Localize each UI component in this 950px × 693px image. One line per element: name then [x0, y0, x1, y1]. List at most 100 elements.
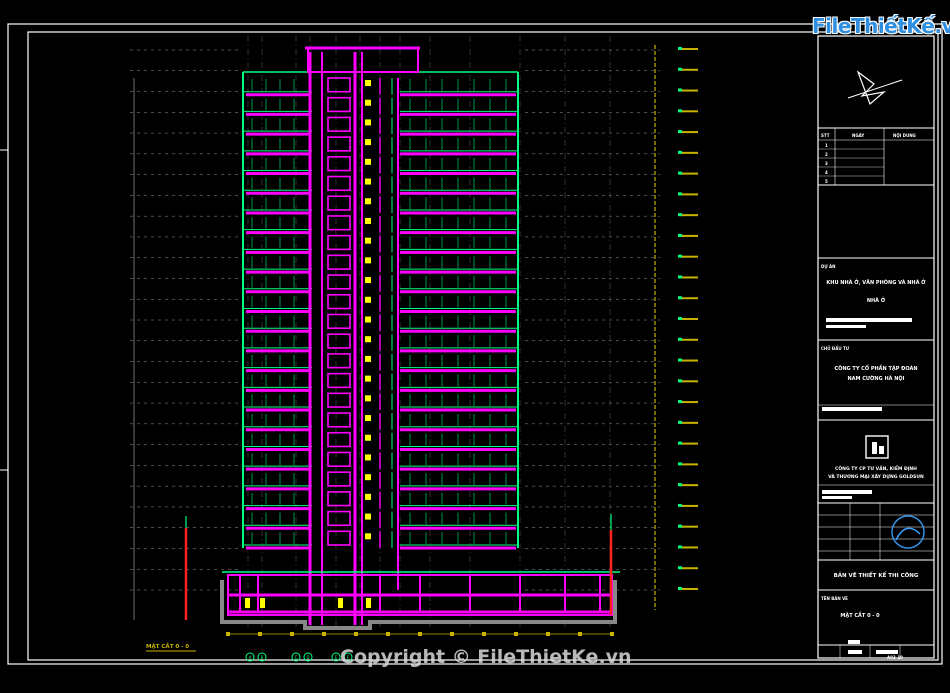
dimension-tick	[322, 632, 326, 636]
level-mark	[680, 525, 698, 528]
core-cell	[327, 353, 351, 369]
core-cell	[327, 491, 351, 507]
level-tag	[678, 566, 682, 570]
core-cell	[327, 175, 351, 192]
core-cell	[327, 77, 351, 93]
level-mark	[680, 151, 698, 154]
level-mark	[680, 338, 698, 341]
podium-mark	[245, 598, 250, 608]
dimension-tick	[418, 632, 422, 636]
level-tag	[678, 483, 682, 487]
level-mark	[680, 255, 698, 258]
stair-mark	[365, 434, 371, 441]
cad-viewport[interactable]: ABCDEF STT NGÀY NỘI DUNG 1 2 3 4 5 DỰ ÁN…	[0, 0, 950, 693]
stair-mark	[365, 296, 371, 303]
level-mark	[680, 318, 698, 320]
level-mark	[680, 546, 698, 549]
stair-mark	[365, 119, 371, 126]
dimension-tick	[290, 632, 294, 636]
core-cell	[327, 313, 351, 330]
section-drawing: ABCDEF	[0, 23, 943, 665]
level-tag	[678, 400, 682, 404]
level-mark	[680, 48, 698, 50]
core-cell	[327, 136, 351, 152]
level-tag	[678, 317, 682, 320]
level-mark	[680, 442, 698, 445]
core-cell	[327, 215, 351, 231]
core-cell	[327, 333, 351, 349]
core-cell	[327, 293, 351, 310]
level-tag	[678, 254, 682, 258]
level-tag	[678, 275, 682, 279]
level-tag	[678, 296, 682, 300]
stair-mark	[365, 375, 371, 382]
grid-bubble-label: C	[295, 655, 298, 660]
watermark-copyright: Copyright © FileThietKe.vn	[340, 646, 632, 668]
dimension-tick	[354, 632, 358, 636]
dimension-tick	[482, 632, 486, 636]
level-mark	[680, 297, 698, 300]
podium-mark	[366, 598, 371, 608]
core-cell	[327, 156, 351, 172]
level-mark	[680, 588, 698, 590]
level-tag	[678, 192, 682, 196]
level-mark	[680, 463, 698, 466]
core-cell	[327, 195, 351, 211]
podium-mark	[260, 598, 265, 608]
level-tag	[678, 233, 682, 237]
level-mark	[680, 234, 698, 237]
watermark-logo: FileThiếtKế.vn	[812, 14, 950, 38]
title-block	[817, 35, 935, 659]
core-cell	[327, 510, 351, 527]
dimension-tick	[610, 632, 614, 636]
stair-mark	[365, 198, 371, 205]
core-cell	[327, 234, 351, 251]
stair-mark	[365, 513, 371, 520]
dimension-tick	[226, 632, 230, 636]
level-mark	[680, 359, 698, 362]
core-cell	[327, 412, 351, 428]
stair-mark	[365, 474, 371, 481]
level-tag	[678, 462, 682, 466]
core-cell	[327, 431, 351, 448]
dimension-tick	[386, 632, 390, 636]
level-tag	[678, 358, 682, 362]
level-mark	[680, 89, 698, 92]
designer-logo	[865, 435, 889, 459]
stair-mark	[365, 139, 371, 146]
level-tag	[678, 109, 682, 113]
client-logo	[847, 70, 903, 106]
level-tag	[678, 524, 682, 528]
level-mark	[680, 276, 698, 279]
stair-mark	[365, 454, 371, 461]
level-mark	[680, 380, 698, 383]
level-tag	[678, 420, 682, 424]
stair-mark	[365, 99, 371, 106]
dimension-tick	[450, 632, 454, 636]
grid-bubble-label: A	[249, 655, 252, 660]
level-tag	[678, 337, 682, 341]
stair-mark	[365, 257, 371, 264]
level-tag	[678, 130, 682, 134]
level-tag	[678, 88, 682, 92]
level-tag	[678, 379, 682, 383]
dimension-tick	[258, 632, 262, 636]
foundation	[220, 580, 617, 630]
core-cell	[327, 451, 351, 467]
core-cell	[327, 471, 351, 487]
approval-stamp	[891, 515, 925, 549]
level-mark	[680, 484, 698, 487]
dimension-tick	[578, 632, 582, 636]
core-cell	[327, 392, 351, 408]
level-mark	[680, 193, 698, 196]
stair-mark	[365, 158, 371, 165]
dimension-tick	[546, 632, 550, 636]
level-mark	[680, 567, 698, 570]
grid-bubble-label: D	[306, 655, 309, 660]
stair-mark	[365, 277, 371, 284]
stair-mark	[365, 237, 371, 244]
level-mark	[680, 68, 698, 71]
core-cell	[327, 530, 351, 546]
core-cell	[327, 96, 351, 113]
level-tag	[678, 67, 682, 71]
